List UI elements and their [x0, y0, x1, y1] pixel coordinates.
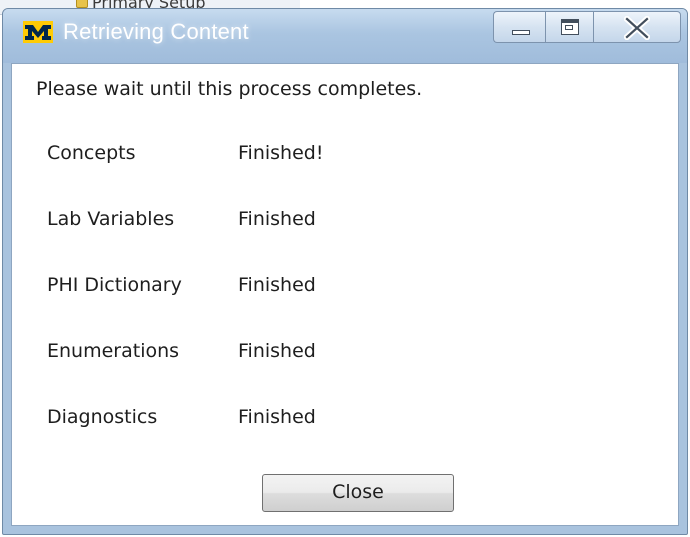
status-label: Enumerations: [47, 340, 180, 362]
folder-icon: [76, 0, 88, 8]
status-row-concepts: Concepts Finished!: [12, 142, 678, 172]
minimize-icon: [512, 30, 530, 35]
maximize-button[interactable]: [545, 11, 593, 43]
retrieving-content-dialog: Retrieving Content Please wait until thi…: [2, 8, 688, 535]
status-value: Finished: [238, 406, 316, 428]
close-button[interactable]: Close: [262, 474, 454, 512]
status-value: Finished: [238, 274, 316, 296]
status-label: Concepts: [47, 142, 136, 164]
dialog-content: Please wait until this process completes…: [11, 63, 679, 526]
close-icon: [624, 16, 650, 40]
status-value: Finished: [238, 340, 316, 362]
close-window-button[interactable]: [593, 11, 681, 43]
status-value: Finished: [238, 208, 316, 230]
status-label: Lab Variables: [47, 208, 175, 230]
status-label: Diagnostics: [47, 406, 158, 428]
michigan-m-logo: [23, 21, 53, 43]
status-row-enumerations: Enumerations Finished: [12, 340, 678, 370]
minimize-button[interactable]: [493, 11, 545, 43]
status-row-lab-variables: Lab Variables Finished: [12, 208, 678, 238]
status-row-phi-dictionary: PHI Dictionary Finished: [12, 274, 678, 304]
status-label: PHI Dictionary: [47, 274, 182, 296]
caption-buttons: [493, 11, 681, 47]
maximize-icon: [561, 19, 579, 35]
instruction-text: Please wait until this process completes…: [36, 78, 423, 100]
title-bar[interactable]: Retrieving Content: [3, 9, 687, 63]
status-row-diagnostics: Diagnostics Finished: [12, 406, 678, 436]
status-value: Finished!: [238, 142, 324, 164]
window-title: Retrieving Content: [63, 19, 249, 44]
